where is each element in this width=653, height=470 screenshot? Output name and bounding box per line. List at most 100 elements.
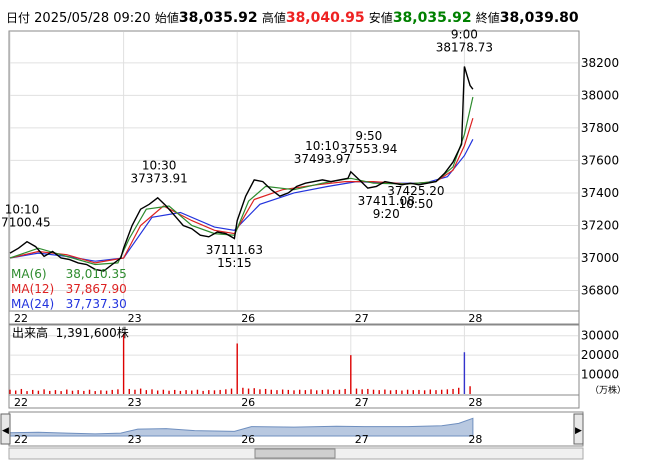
price-x-tick-label: 23 xyxy=(128,312,142,325)
price-y-tick-label: 37600 xyxy=(581,153,619,167)
volume-bar xyxy=(384,389,386,394)
volume-bar xyxy=(145,390,148,394)
volume-value: 1,391,600株 xyxy=(55,326,129,340)
price-y-tick-label: 36800 xyxy=(581,283,619,297)
annotation-time: 15:15 xyxy=(217,256,252,270)
volume-bar xyxy=(71,390,74,394)
volume-y-tick-label: 20000 xyxy=(581,348,619,362)
chart-canvas: 36800 37000 37200 37400 37600 37800 38000 38200… xyxy=(0,27,626,460)
volume-bar xyxy=(105,390,108,394)
volume-bar xyxy=(350,355,352,394)
volume-bar xyxy=(344,388,346,394)
volume-bar xyxy=(162,389,165,394)
annotation-value: 37425.20 xyxy=(387,184,444,198)
navigator-right-arrow-icon: ▶ xyxy=(575,426,582,436)
volume-bar xyxy=(77,390,79,394)
volume-bar xyxy=(338,389,341,394)
annotation-time: 10:30 xyxy=(142,158,177,172)
chart-window: 日付 2025/05/28 09:20 始値38,035.92 高値38,040… xyxy=(0,0,653,470)
volume-x-tick-label: 28 xyxy=(468,396,482,409)
annotation-value: 37373.91 xyxy=(131,171,188,185)
volume-bar xyxy=(367,388,369,394)
navigator-left-arrow-icon: ◀ xyxy=(2,426,9,436)
volume-bar xyxy=(333,390,335,394)
volume-bar xyxy=(151,389,153,394)
volume-bar xyxy=(49,390,51,394)
legend-ma6-value: 38,010.35 xyxy=(65,267,127,281)
volume-bar xyxy=(276,390,278,394)
volume-x-tick-label: 23 xyxy=(128,396,142,409)
volume-bar xyxy=(236,343,238,394)
legend-ma24: MA(24) 37,737.30 xyxy=(11,297,127,311)
annotation-value: 37100.45 xyxy=(0,216,51,230)
volume-bar xyxy=(418,389,420,394)
volume-bar xyxy=(191,390,193,394)
price-y-tick-label: 37400 xyxy=(581,186,619,200)
volume-bar xyxy=(117,389,119,394)
volume-bar xyxy=(293,390,295,394)
annotation-value: 38178.73 xyxy=(436,40,493,54)
volume-x-tick-label: 26 xyxy=(241,396,255,409)
legend-ma12-label: MA(12) xyxy=(11,282,55,296)
volume-bar xyxy=(156,390,159,394)
volume-bar xyxy=(463,352,466,394)
price-x-axis-strip xyxy=(8,310,580,325)
volume-bar xyxy=(321,389,324,394)
volume-bar xyxy=(230,388,233,394)
navigator-x-tick-label: 28 xyxy=(468,433,482,446)
legend-ma12-value: 37,867.90 xyxy=(65,282,127,296)
annotation-time: 10:50 xyxy=(399,197,434,211)
volume-bar xyxy=(202,390,204,394)
volume-bar xyxy=(9,389,11,394)
volume-legend: 出来高 1,391,600株 xyxy=(12,324,129,341)
volume-bar xyxy=(361,389,363,394)
volume-bar xyxy=(43,389,45,394)
legend-ma24-label: MA(24) xyxy=(11,297,55,311)
volume-bar xyxy=(401,390,403,394)
volume-bar xyxy=(452,388,454,394)
volume-unit-label: （万株） xyxy=(590,384,626,396)
volume-x-tick-label: 27 xyxy=(355,396,369,409)
volume-bar xyxy=(88,389,91,394)
volume-bar xyxy=(26,391,28,394)
volume-bar xyxy=(20,388,23,394)
volume-bar xyxy=(139,388,142,394)
annotation-time: 9:20 xyxy=(373,207,400,221)
volume-bar xyxy=(208,390,210,394)
navigator-x-tick-label: 23 xyxy=(128,433,142,446)
volume-bar xyxy=(14,390,17,394)
price-y-tick-label: 37800 xyxy=(581,121,619,135)
legend-ma6-label: MA(6) xyxy=(11,267,47,281)
volume-bar xyxy=(83,390,85,394)
volume-bar xyxy=(247,388,250,394)
volume-bar xyxy=(134,389,136,394)
volume-bar xyxy=(94,391,96,394)
volume-bar xyxy=(111,389,113,394)
volume-label: 出来高 xyxy=(12,326,49,340)
volume-bar xyxy=(54,390,57,394)
price-y-axis: 36800 37000 37200 37400 37600 37800 38000 38200 xyxy=(581,56,619,298)
volume-bar xyxy=(219,389,221,394)
scrollbar-thumb[interactable] xyxy=(254,448,336,459)
price-y-tick-label: 38000 xyxy=(581,88,619,102)
volume-bar xyxy=(429,389,432,394)
volume-bar xyxy=(435,390,437,394)
volume-bar xyxy=(412,390,414,394)
volume-bar xyxy=(60,391,62,394)
volume-bar xyxy=(469,386,471,394)
volume-bar xyxy=(242,387,244,394)
volume-bar xyxy=(270,389,272,394)
volume-bar xyxy=(395,389,397,394)
volume-bar xyxy=(440,389,443,394)
volume-bar xyxy=(423,390,426,394)
legend-ma12: MA(12) 37,867.90 xyxy=(11,282,127,296)
volume-bar xyxy=(406,389,409,394)
volume-bar xyxy=(287,389,290,394)
navigator-x-tick-label: 26 xyxy=(241,433,255,446)
volume-bar xyxy=(310,389,312,394)
volume-bar xyxy=(264,388,267,394)
annotation-time: 10:10 xyxy=(5,203,40,217)
annotation-time: 9:00 xyxy=(451,27,478,41)
volume-bar xyxy=(259,389,261,394)
volume-bar xyxy=(168,390,170,394)
